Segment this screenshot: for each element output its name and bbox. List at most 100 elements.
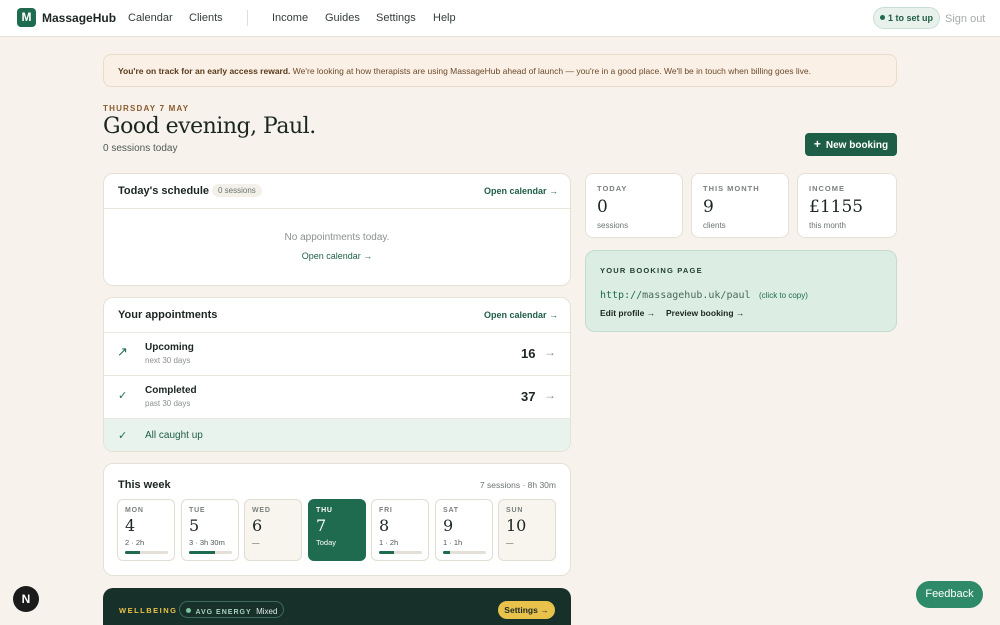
day-name: MON	[125, 507, 144, 514]
divider	[104, 208, 570, 209]
early-access-banner: You're on track for an early access rewa…	[103, 54, 897, 87]
status-dot-icon	[879, 15, 885, 20]
stat-caption: clients	[703, 221, 726, 230]
completed-sub: past 30 days	[145, 399, 191, 408]
sessions-today: 0 sessions today	[103, 143, 178, 154]
nav-divider	[247, 10, 248, 26]
arrow-right-icon: →	[544, 388, 556, 402]
day-tile-mon[interactable]: MON 4 2 · 2h	[117, 499, 175, 561]
day-progress-bar	[443, 551, 486, 554]
day-progress-fill	[443, 551, 451, 554]
preview-booking-link[interactable]: Preview booking →	[666, 308, 744, 318]
energy-value: Mixed	[256, 607, 278, 616]
day-meta: —	[506, 538, 514, 547]
stat-value: 0	[597, 197, 608, 217]
day-date: 4	[125, 516, 136, 535]
top-nav: M MassageHub Calendar Clients Income Gui…	[0, 0, 1000, 37]
day-date: 10	[506, 516, 527, 535]
day-name: SAT	[443, 507, 459, 514]
energy-dot-icon	[186, 608, 191, 613]
stat-income: INCOME £1155 this month	[797, 173, 897, 238]
day-progress-bar	[379, 551, 422, 554]
arrow-right-icon: →	[544, 345, 556, 359]
url-path: massagehub.uk/paul	[642, 290, 751, 301]
check-icon: ✓	[118, 430, 128, 442]
appointments-title: Your appointments	[118, 309, 218, 321]
day-tile-wed[interactable]: WED 6 —	[244, 499, 302, 561]
appointments-open-calendar[interactable]: Open calendar →	[484, 310, 558, 320]
url-scheme: http://	[600, 290, 643, 301]
logo-icon[interactable]: M	[17, 8, 36, 27]
day-progress-bar	[125, 551, 168, 554]
nav-income[interactable]: Income	[272, 12, 308, 24]
day-progress-fill	[189, 551, 215, 554]
edit-profile-link[interactable]: Edit profile →	[600, 308, 655, 318]
brand-name[interactable]: MassageHub	[42, 11, 116, 25]
day-date: 8	[379, 516, 390, 535]
day-meta: 1 · 1h	[443, 538, 463, 547]
completed-row[interactable]: ✓ Completed past 30 days 37 →	[104, 376, 570, 419]
signout-link[interactable]: Sign out	[945, 13, 985, 25]
day-date: 9	[443, 516, 454, 535]
schedule-count-badge: 0 sessions	[212, 184, 262, 197]
day-progress-bar	[189, 551, 232, 554]
day-date: 6	[252, 516, 263, 535]
day-meta: —	[252, 538, 260, 547]
day-tile-fri[interactable]: FRI 8 1 · 2h	[371, 499, 429, 561]
stat-label: THIS MONTH	[703, 184, 760, 193]
week-title: This week	[118, 479, 171, 491]
stat-label: TODAY	[597, 184, 628, 193]
stat-this-month: THIS MONTH 9 clients	[691, 173, 789, 238]
day-name: WED	[252, 507, 271, 514]
upcoming-row[interactable]: ↗ Upcoming next 30 days 16 →	[104, 333, 570, 376]
day-tile-thu[interactable]: THU 7 Today	[308, 499, 366, 561]
nav-settings[interactable]: Settings	[376, 12, 416, 24]
day-tile-tue[interactable]: TUE 5 3 · 3h 30m	[181, 499, 239, 561]
day-tile-sun[interactable]: SUN 10 —	[498, 499, 556, 561]
day-tile-sat[interactable]: SAT 9 1 · 1h	[435, 499, 493, 561]
appointments-card: Your appointments Open calendar → ↗ Upco…	[103, 297, 571, 452]
todays-schedule-card: Today's schedule 0 sessions Open calenda…	[103, 173, 571, 286]
current-date: THURSDAY 7 MAY	[103, 104, 190, 113]
new-booking-button[interactable]: + New booking	[805, 133, 897, 156]
check-icon: ✓	[118, 390, 128, 402]
day-date: 7	[316, 516, 327, 535]
empty-open-calendar[interactable]: Open calendar →	[104, 251, 570, 261]
nav-calendar[interactable]: Calendar	[128, 12, 173, 24]
feedback-button[interactable]: Feedback	[916, 581, 983, 608]
upcoming-sub: next 30 days	[145, 356, 191, 365]
day-name: SUN	[506, 507, 524, 514]
n-badge-icon[interactable]: N	[13, 586, 39, 612]
day-name: TUE	[189, 507, 206, 514]
upcoming-count: 16	[521, 346, 536, 361]
banner-text: We're looking at how therapists are usin…	[290, 66, 811, 76]
schedule-open-calendar[interactable]: Open calendar →	[484, 186, 558, 196]
upcoming-label: Upcoming	[145, 342, 194, 353]
stat-today: TODAY 0 sessions	[585, 173, 683, 238]
new-booking-label: New booking	[825, 140, 889, 151]
stat-value: £1155	[809, 197, 864, 217]
nav-help[interactable]: Help	[433, 12, 456, 24]
caught-up-row: ✓ All caught up	[104, 419, 570, 451]
wellbeing-card: WELLBEING AVG ENERGY Mixed Settings →	[103, 588, 571, 625]
booking-url[interactable]: http://massagehub.uk/paul (click to copy…	[600, 285, 808, 303]
day-meta: 2 · 2h	[125, 538, 145, 547]
day-progress-fill	[379, 551, 395, 554]
setup-button[interactable]: 1 to set up	[873, 7, 940, 29]
day-meta: Today	[316, 538, 337, 547]
copy-hint: (click to copy)	[758, 291, 808, 300]
nav-clients[interactable]: Clients	[189, 12, 223, 24]
day-meta: 1 · 2h	[379, 538, 399, 547]
greeting-title: Good evening, Paul.	[103, 114, 316, 139]
energy-label: AVG ENERGY	[195, 609, 252, 616]
schedule-title: Today's schedule	[118, 185, 210, 197]
nav-guides[interactable]: Guides	[325, 12, 360, 24]
setup-label: 1 to set up	[887, 13, 933, 23]
energy-badge: AVG ENERGY Mixed	[179, 601, 285, 618]
wellbeing-label: WELLBEING	[119, 606, 178, 615]
week-summary: 7 sessions · 8h 30m	[479, 480, 556, 490]
stat-label: INCOME	[809, 184, 845, 193]
stat-value: 9	[703, 197, 714, 217]
wellbeing-settings-button[interactable]: Settings →	[498, 601, 555, 619]
day-date: 5	[189, 516, 200, 535]
